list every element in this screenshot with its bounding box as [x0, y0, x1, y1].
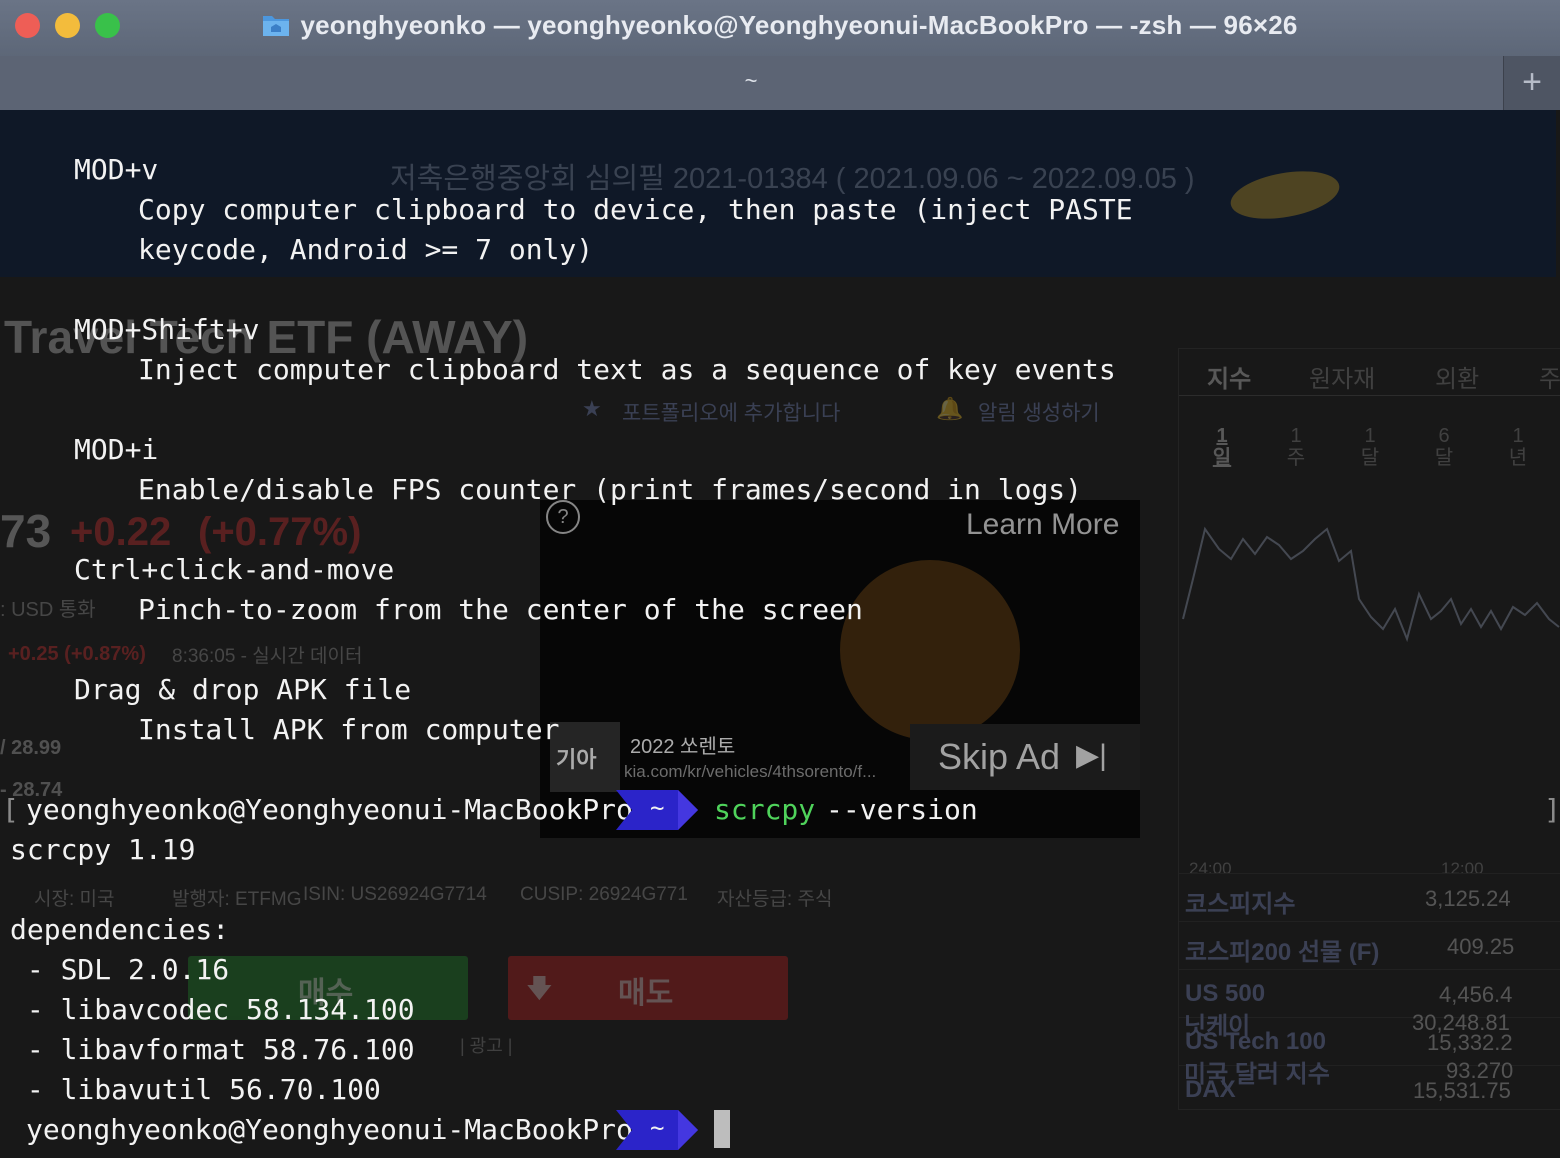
- sparkline-chart: [1182, 526, 1560, 643]
- tab-home[interactable]: ~: [0, 68, 1502, 94]
- help-key-ctrl-click: Ctrl+click-and-move: [74, 553, 395, 586]
- index-value: 409.25: [1447, 934, 1515, 959]
- brand-text: 기아: [556, 747, 597, 772]
- chart-time-end: 12:00: [1441, 859, 1484, 878]
- brand-logo: 기아: [550, 722, 620, 792]
- price-change-percent: (+0.77%): [198, 510, 362, 554]
- chart-time-start: 24:00: [1189, 859, 1232, 878]
- terminal-window: yeonghyeonko — yeonghyeonko@Yeonghyeonui…: [0, 0, 1560, 1158]
- command-name: scrcpy: [714, 793, 816, 826]
- indices-row: DAX 15,531.75: [1179, 1065, 1560, 1110]
- help-desc: Inject computer clipboard text as a sequ…: [138, 353, 1116, 386]
- meta-issuer: 발행자: ETFMG: [172, 889, 302, 910]
- tab-bar: ~ +: [0, 56, 1560, 111]
- window-title-wrap: yeonghyeonko — yeonghyeonko@Yeonghyeonui…: [0, 8, 1560, 42]
- help-desc: Install APK from computer: [138, 713, 560, 746]
- sell-arrow-icon: 🡇: [526, 973, 553, 1003]
- output-dep-sdl: - SDL 2.0.16: [10, 953, 230, 986]
- window-title: yeonghyeonko — yeonghyeonko@Yeonghyeonui…: [300, 9, 1298, 40]
- help-desc: Pinch-to-zoom from the center of the scr…: [138, 593, 863, 626]
- index-name: 닛케이: [1184, 1013, 1251, 1040]
- folder-icon: [262, 12, 290, 38]
- after-hours-change: +0.25 (+0.87%): [8, 643, 146, 665]
- help-key-mod-v: MOD+v: [74, 153, 159, 186]
- meta-asset-class: 자산등급: 주식: [717, 889, 833, 910]
- price: 73: [0, 505, 52, 557]
- period-1d: 1 일: [1212, 425, 1232, 469]
- index-name: 코스피지수: [1185, 891, 1296, 918]
- output-dependencies: dependencies:: [10, 913, 230, 946]
- output-version: scrcpy 1.19: [10, 833, 196, 866]
- meta-market: 시장: 미국: [34, 889, 115, 910]
- period-1w: 1 주: [1286, 425, 1306, 469]
- prompt-dir: ~: [650, 1114, 665, 1142]
- prompt-user: yeonghyeonko@Yeonghyeonui-MacBookPro: [26, 1113, 633, 1146]
- meta-isin: ISIN: US26924G7714: [303, 884, 487, 905]
- tab-indices: 지수: [1207, 366, 1252, 393]
- index-name: US Tech 100: [1185, 1028, 1326, 1055]
- sell-button: 🡇 매도: [508, 956, 788, 1020]
- index-value: 93.270: [1446, 1058, 1514, 1083]
- day-range: / 28.99: [0, 737, 62, 759]
- indices-row: US Tech 100 15,332.2: [1179, 1017, 1560, 1066]
- index-name: DAX: [1185, 1076, 1236, 1103]
- ad-label: | 광고 |: [460, 1036, 513, 1056]
- bell-icon: 🔔: [936, 396, 964, 421]
- new-tab-button[interactable]: +: [1503, 56, 1560, 110]
- period-6m: 6 달: [1434, 425, 1454, 469]
- tab-commodities: 원자재: [1309, 366, 1376, 393]
- index-value: 15,531.75: [1413, 1078, 1511, 1103]
- skip-ad-label: Skip Ad: [938, 736, 1061, 777]
- price-change: +0.22: [70, 510, 172, 554]
- sell-label: 매도: [618, 977, 674, 1010]
- terminal-content[interactable]: 저축은행중앙회 심의필 2021-01384 ( 2021.09.06 ~ 20…: [0, 110, 1560, 1158]
- tab-forex: 외환: [1435, 366, 1480, 393]
- market-sidebar: 지수 원자재 외환 주 1 일 1 주 1 달 6 달 1 년 24:00 12…: [1178, 348, 1560, 1110]
- help-key-drag-drop: Drag & drop APK file: [74, 673, 412, 706]
- text-cursor[interactable]: [714, 1110, 730, 1148]
- create-alert-link: 알림 생성하기: [978, 402, 1100, 425]
- output-dep-avcodec: - libavcodec 58.134.100: [10, 993, 415, 1026]
- skip-icon: ▶|: [1076, 739, 1107, 772]
- star-icon: ★: [582, 396, 602, 421]
- meta-cusip: CUSIP: 26924G771: [520, 884, 688, 905]
- help-key-mod-i: MOD+i: [74, 433, 159, 466]
- ad-thumbnail: [840, 560, 1020, 740]
- currency-text: : USD 통화: [0, 599, 96, 621]
- help-desc: Copy computer clipboard to device, then …: [138, 193, 1133, 226]
- index-name: 코스피200 선물 (F): [1185, 939, 1380, 966]
- output-dep-avutil: - libavutil 56.70.100: [10, 1073, 381, 1106]
- index-name: 미국 달러 지수: [1184, 1061, 1330, 1088]
- ad-url: kia.com/kr/vehicles/4thsorento/f...: [624, 762, 877, 781]
- period-1m: 1 달: [1360, 425, 1380, 469]
- learn-more-button: Learn More: [966, 508, 1120, 541]
- index-value: 30,248.81: [1412, 1010, 1510, 1035]
- indices-row: US 500 4,456.4: [1179, 969, 1560, 1018]
- tab-stocks: 주: [1539, 366, 1560, 393]
- skip-ad-button: Skip Ad ▶|: [910, 724, 1140, 790]
- command-args: --version: [826, 793, 978, 826]
- help-desc: Enable/disable FPS counter (print frames…: [138, 473, 1083, 506]
- index-value: 15,332.2: [1427, 1030, 1513, 1055]
- index-value: 3,125.24: [1425, 886, 1511, 911]
- add-portfolio-link: 포트폴리오에 추가합니다: [622, 402, 841, 425]
- output-dep-avformat: - libavformat 58.76.100: [10, 1033, 415, 1066]
- help-desc: keycode, Android >= 7 only): [138, 233, 594, 266]
- prompt-dir: ~: [650, 794, 665, 822]
- prompt-user: yeonghyeonko@Yeonghyeonui-MacBookPro: [26, 793, 633, 826]
- prompt-bracket-right: ]: [1544, 793, 1560, 826]
- sidebar-tab-row: 지수 원자재 외환 주: [1179, 349, 1560, 396]
- ad-headline: 2022 쏘렌토: [630, 736, 736, 758]
- indices-row: 코스피지수 3,125.24: [1179, 873, 1560, 922]
- title-bar: yeonghyeonko — yeonghyeonko@Yeonghyeonui…: [0, 0, 1560, 56]
- period-1y: 1 년: [1508, 425, 1528, 469]
- index-value: 4,456.4: [1439, 982, 1513, 1007]
- help-key-mod-shift-v: MOD+Shift+v: [74, 313, 260, 346]
- after-hours-time: 8:36:05 - 실시간 데이터: [172, 646, 363, 667]
- prompt-bracket-left: [: [2, 793, 19, 826]
- video-ad: ? Learn More 기아 2022 쏘렌토 kia.com/kr/vehi…: [540, 500, 1140, 838]
- index-name: US 500: [1185, 980, 1266, 1007]
- indices-row: 코스피200 선물 (F) 409.25: [1179, 921, 1560, 970]
